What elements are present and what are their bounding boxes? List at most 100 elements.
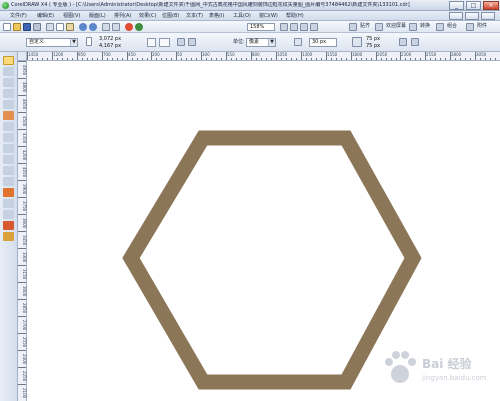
print-icon[interactable] <box>33 23 41 31</box>
duplicate-x-field[interactable]: 75 px <box>366 36 380 42</box>
ruler-label-top: 2050 <box>377 52 388 57</box>
grid-toggle-icon[interactable] <box>300 23 308 31</box>
current-page-icon[interactable] <box>188 38 196 46</box>
menu-tools[interactable]: 工具(O) <box>233 13 251 20</box>
ruler-minor-tick <box>311 58 312 60</box>
doc-close-button[interactable] <box>481 12 495 20</box>
ruler-tick <box>18 384 26 385</box>
menu-bitmaps[interactable]: 位图(B) <box>162 13 179 20</box>
zoom-tool-icon[interactable] <box>3 89 14 98</box>
corel-online-icon[interactable] <box>135 23 143 31</box>
paste-icon[interactable] <box>66 23 74 31</box>
export-icon[interactable] <box>112 23 120 31</box>
menu-effects[interactable]: 效果(C) <box>139 13 156 20</box>
nudge-distance-field[interactable]: 30 px <box>309 38 337 47</box>
table-tool-icon[interactable] <box>3 177 14 186</box>
zoom-level-select[interactable]: 158% <box>247 23 275 31</box>
menu-window[interactable]: 窗口(W) <box>259 13 278 20</box>
new-document-icon[interactable] <box>3 23 11 31</box>
launch-icon[interactable] <box>466 23 474 31</box>
ruler-label-left: 3450 <box>22 234 27 246</box>
ruler-label-left: 3000 <box>22 285 27 297</box>
cut-icon[interactable] <box>46 23 54 31</box>
crop-tool-icon[interactable] <box>3 78 14 87</box>
shape-tool-icon[interactable] <box>3 67 14 76</box>
smart-fill-tool-icon[interactable] <box>3 111 14 120</box>
text-tool-icon[interactable] <box>3 166 14 175</box>
save-icon[interactable] <box>23 23 31 31</box>
ruler-label-left: 2850 <box>22 302 27 314</box>
paper-preset-select[interactable]: 自定义 ▼ <box>26 38 78 47</box>
snap-to-button[interactable]: 贴齐 <box>360 23 370 30</box>
menu-file[interactable]: 文件(F) <box>10 13 27 20</box>
group-icon[interactable] <box>436 23 444 31</box>
redo-icon[interactable] <box>89 23 97 31</box>
guidelines-toggle-icon[interactable] <box>310 23 318 31</box>
portrait-button[interactable] <box>147 38 156 47</box>
all-pages-icon[interactable] <box>177 38 185 46</box>
ruler-label-left: 4950 <box>22 64 27 76</box>
outline-pen-tool-icon[interactable] <box>3 210 14 219</box>
undo-icon[interactable] <box>79 23 87 31</box>
menu-edit[interactable]: 编辑(E) <box>37 13 54 20</box>
paw-logo-icon <box>385 351 416 383</box>
close-button[interactable]: × <box>483 1 499 10</box>
menu-help[interactable]: 帮助(H) <box>286 13 304 20</box>
options-icon[interactable] <box>411 38 419 46</box>
ruler-minor-tick <box>371 58 372 60</box>
rulers-toggle-icon[interactable] <box>290 23 298 31</box>
group-button[interactable]: 组合 <box>447 23 457 30</box>
snap-icon[interactable] <box>349 23 357 31</box>
pick-tool-icon[interactable] <box>3 56 14 65</box>
hexagon-shape[interactable] <box>122 130 422 390</box>
rectangle-tool-icon[interactable] <box>3 122 14 131</box>
eyedropper-tool-icon[interactable] <box>3 199 14 208</box>
copy-icon[interactable] <box>56 23 64 31</box>
convert-icon[interactable] <box>409 23 417 31</box>
menu-table[interactable]: 表格(I) <box>209 13 224 20</box>
basic-shapes-tool-icon[interactable] <box>3 155 14 164</box>
menu-layout[interactable]: 版面(L) <box>89 13 106 20</box>
ruler-tick <box>226 52 227 60</box>
interactive-fill-tool-icon[interactable] <box>3 232 14 241</box>
duplicate-y-field[interactable]: 75 px <box>366 43 380 49</box>
doc-minimize-button[interactable] <box>449 12 463 20</box>
ruler-minor-tick <box>480 58 481 60</box>
ruler-tick <box>18 231 26 232</box>
units-select[interactable]: 像素 ▼ <box>246 38 276 47</box>
ruler-origin[interactable] <box>18 52 27 61</box>
landscape-button[interactable] <box>159 38 170 47</box>
open-folder-icon[interactable] <box>13 23 21 31</box>
ruler-minor-tick <box>430 58 431 60</box>
page-width-field[interactable]: 3,072 px <box>99 36 121 43</box>
page-height-field[interactable]: 4,167 px <box>99 43 121 50</box>
ruler-tick <box>326 52 327 60</box>
menu-text[interactable]: 文本(T) <box>186 13 203 20</box>
welcome-screen-icon[interactable] <box>375 23 383 31</box>
polygon-tool-icon[interactable] <box>3 144 14 153</box>
attachment-button[interactable]: 附件 <box>477 23 487 30</box>
minimize-button[interactable]: _ <box>449 1 464 10</box>
vertical-ruler[interactable]: 4950 4800 4650 4500 4350 4200 4050 3900 3750 3600… <box>18 61 27 401</box>
freehand-tool-icon[interactable] <box>3 100 14 109</box>
ruler-minor-tick <box>97 58 98 60</box>
interactive-blend-tool-icon[interactable] <box>3 188 14 197</box>
treat-as-filled-icon[interactable] <box>399 38 407 46</box>
doc-restore-button[interactable] <box>465 12 479 20</box>
ruler-tick <box>376 52 377 60</box>
ellipse-tool-icon[interactable] <box>3 133 14 142</box>
application-launcher-icon[interactable] <box>125 23 133 31</box>
title-bar: CorelDRAW X4 ( 专业版 ) - [C:\Users\Adminis… <box>0 0 500 11</box>
convert-button[interactable]: 转换 <box>420 23 430 30</box>
coreldraw-app-icon[interactable] <box>2 2 9 9</box>
horizontal-ruler[interactable]: 1450 1200 950 700 450 200 50 300 550 800 1050 1300 1… <box>27 52 500 61</box>
menu-arrange[interactable]: 排列(A) <box>114 13 131 20</box>
ruler-minor-tick <box>291 58 292 60</box>
full-screen-preview-icon[interactable] <box>280 23 288 31</box>
import-icon[interactable] <box>102 23 110 31</box>
ruler-tick <box>18 333 26 334</box>
fill-tool-icon[interactable] <box>3 221 14 230</box>
maximize-button[interactable]: □ <box>466 1 481 10</box>
welcome-screen-button[interactable]: 欢迎屏幕 <box>386 23 406 30</box>
menu-view[interactable]: 视图(V) <box>63 13 80 20</box>
